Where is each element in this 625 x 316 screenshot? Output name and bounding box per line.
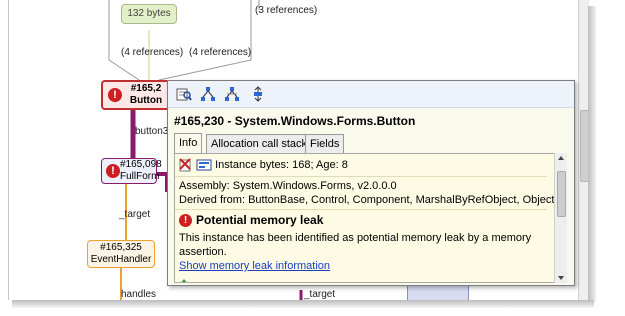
instance-size-row: Instance bytes: 168; Age: 8 <box>179 158 348 172</box>
edge-label-target-bottom: _target <box>304 289 336 300</box>
node-size-label: 132 bytes <box>127 8 171 19</box>
leak-error-icon: ! <box>106 164 120 178</box>
error-icon: ! <box>179 214 192 228</box>
scroll-up-icon[interactable] <box>558 156 564 160</box>
warning-text-line2: assertion. <box>179 246 227 258</box>
tab-fields[interactable]: Fields <box>305 134 345 154</box>
warning-title: Potential memory leak <box>196 213 324 227</box>
edge-label-handles: handles <box>121 289 157 300</box>
retention-graph-icon[interactable] <box>200 86 216 102</box>
scrollbar-thumb[interactable] <box>557 171 566 217</box>
info-panel-scrollbar[interactable] <box>554 153 567 283</box>
node-type: EventHandler <box>90 254 152 265</box>
object-node-partial[interactable] <box>407 284 469 300</box>
object-info-popup: #165,230 - System.Windows.Forms.Button I… <box>167 80 575 286</box>
warning-text-line1: This instance has been identified as pot… <box>179 232 532 244</box>
inspect-icon[interactable] <box>176 86 192 102</box>
edge-label-button3: button3 <box>135 126 169 137</box>
divider <box>175 176 547 177</box>
tab-allocation-call-stack[interactable]: Allocation call stack <box>206 134 312 154</box>
object-node-132-bytes[interactable]: 132 bytes <box>121 4 177 24</box>
assembly-text: Assembly: System.Windows.Forms, v2.0.0.0 <box>179 180 397 192</box>
window-shadow-right <box>588 6 596 302</box>
popup-title: #165,230 - System.Windows.Forms.Button <box>174 114 416 128</box>
expand-icon[interactable] <box>250 86 266 102</box>
warning-heading: ! Potential memory leak <box>179 213 324 228</box>
show-memory-leak-link[interactable]: Show memory leak information <box>179 260 330 272</box>
instance-size-text: Instance bytes: 168; Age: 8 <box>215 158 348 171</box>
derived-from-text: Derived from: ButtonBase, Control, Compo… <box>179 194 555 206</box>
memory-icon <box>196 158 212 172</box>
shortest-path-icon[interactable] <box>224 86 240 102</box>
popup-toolbar <box>168 81 574 108</box>
next-item-icon <box>179 275 189 282</box>
info-panel: Instance bytes: 168; Age: 8 Assembly: Sy… <box>174 153 560 283</box>
window-shadow-bottom <box>12 300 594 308</box>
scroll-down-icon[interactable] <box>558 276 564 280</box>
edge-label-refs-left: (4 references) <box>121 47 184 58</box>
edge-label-refs-right: (4 references) <box>189 47 252 58</box>
node-id: #165,325 <box>100 242 142 253</box>
object-node-eventhandler[interactable]: #165,325 EventHandler <box>87 240 155 268</box>
divider <box>175 209 547 210</box>
tab-info[interactable]: Info <box>174 133 203 154</box>
edge-label-target: _target <box>119 209 151 220</box>
leak-error-icon: ! <box>108 88 122 102</box>
object-node-button[interactable]: ! #165,2 Button <box>101 80 173 110</box>
object-node-fullform[interactable]: ! #165,098 FullForm <box>101 158 162 184</box>
delete-icon[interactable] <box>179 158 193 172</box>
edge-label-refs-top: (3 references) <box>255 5 318 16</box>
